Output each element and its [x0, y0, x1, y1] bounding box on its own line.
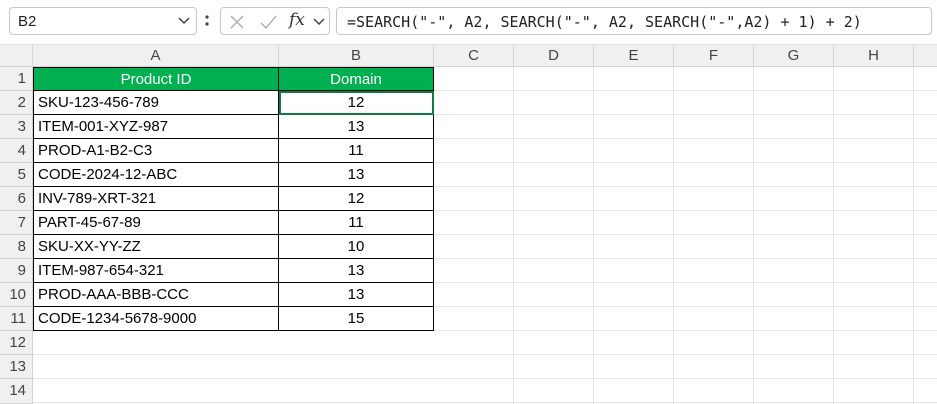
gridline	[33, 354, 937, 355]
row-header[interactable]: 4	[0, 139, 33, 163]
cell-product-id[interactable]: ITEM-987-654-321	[33, 259, 279, 283]
cell-product-id[interactable]: CODE-1234-5678-9000	[33, 307, 279, 331]
table-header-domain[interactable]: Domain	[279, 67, 434, 91]
row-header[interactable]: 12	[0, 331, 33, 355]
insert-function-button[interactable]: fx	[289, 10, 305, 30]
row-header[interactable]: 6	[0, 187, 33, 211]
cell-domain[interactable]: 13	[279, 115, 434, 139]
row-header[interactable]: 1	[0, 67, 33, 91]
column-header-e[interactable]: E	[594, 45, 674, 67]
gridline	[33, 402, 937, 403]
column-header-d[interactable]: D	[514, 45, 594, 67]
cell-product-id[interactable]: SKU-XX-YY-ZZ	[33, 235, 279, 259]
cell-domain[interactable]: 13	[279, 283, 434, 307]
column-header-f[interactable]: F	[674, 45, 754, 67]
row-header[interactable]: 14	[0, 379, 33, 404]
table-header-product-id[interactable]: Product ID	[33, 67, 279, 91]
cancel-icon[interactable]	[229, 14, 245, 30]
cell-domain[interactable]: 13	[279, 163, 434, 187]
cell-product-id[interactable]: INV-789-XRT-321	[33, 187, 279, 211]
more-options-icon[interactable]	[204, 12, 210, 32]
name-box-value: B2	[18, 13, 37, 30]
select-all-corner[interactable]	[0, 45, 33, 67]
column-header-c[interactable]: C	[434, 45, 514, 67]
formula-input[interactable]: =SEARCH("-", A2, SEARCH("-", A2, SEARCH(…	[336, 7, 932, 35]
row-header[interactable]: 13	[0, 355, 33, 379]
column-header-h[interactable]: H	[834, 45, 914, 67]
row-header[interactable]: 10	[0, 283, 33, 307]
column-header-a[interactable]: A	[33, 45, 279, 67]
row-header[interactable]: 7	[0, 211, 33, 235]
row-header[interactable]: 8	[0, 235, 33, 259]
column-header-overflow	[914, 45, 937, 67]
cell-product-id[interactable]: SKU-123-456-789	[33, 91, 279, 115]
chevron-down-icon[interactable]	[178, 16, 190, 26]
formula-actions: fx	[220, 7, 330, 35]
cell-domain-selected[interactable]: 12	[279, 91, 434, 115]
column-header-b[interactable]: B	[279, 45, 434, 67]
row-header[interactable]: 3	[0, 115, 33, 139]
cell-domain[interactable]: 15	[279, 307, 434, 331]
row-header[interactable]: 9	[0, 259, 33, 283]
cell-domain[interactable]: 10	[279, 235, 434, 259]
formula-bar: B2 fx =SEARCH("-", A2, SEARCH("-", A2, S…	[0, 0, 937, 44]
cell-domain[interactable]: 12	[279, 187, 434, 211]
gridline	[33, 378, 937, 379]
spreadsheet-grid[interactable]: A B C D E F G H 1 2 3 4 5 6 7 8 9 10 11 …	[0, 45, 937, 404]
enter-check-icon[interactable]	[259, 14, 277, 30]
cell-product-id[interactable]: PROD-A1-B2-C3	[33, 139, 279, 163]
cell-domain[interactable]: 11	[279, 139, 434, 163]
cell-product-id[interactable]: CODE-2024-12-ABC	[33, 163, 279, 187]
chevron-down-icon[interactable]	[313, 17, 325, 27]
cell-product-id[interactable]: PROD-AAA-BBB-CCC	[33, 283, 279, 307]
formula-text: =SEARCH("-", A2, SEARCH("-", A2, SEARCH(…	[347, 13, 862, 31]
row-header[interactable]: 5	[0, 163, 33, 187]
row-header[interactable]: 11	[0, 307, 33, 331]
row-header[interactable]: 2	[0, 91, 33, 115]
cell-product-id[interactable]: PART-45-67-89	[33, 211, 279, 235]
cell-domain[interactable]: 11	[279, 211, 434, 235]
cell-domain[interactable]: 13	[279, 259, 434, 283]
column-header-g[interactable]: G	[754, 45, 834, 67]
name-box[interactable]: B2	[9, 7, 197, 35]
cell-product-id[interactable]: ITEM-001-XYZ-987	[33, 115, 279, 139]
